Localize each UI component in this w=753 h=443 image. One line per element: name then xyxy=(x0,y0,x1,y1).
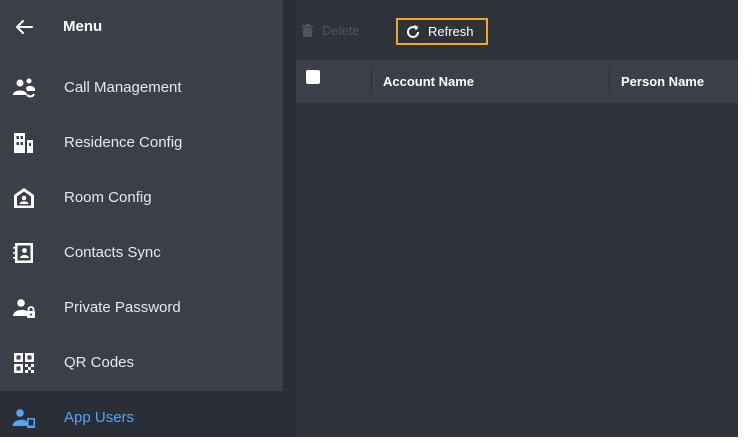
table-body xyxy=(296,103,738,437)
trash-icon xyxy=(302,24,313,37)
sidebar-item-residence-config[interactable]: Residence Config xyxy=(0,116,283,170)
sidebar-item-private-password[interactable]: Private Password xyxy=(0,281,283,335)
building-icon xyxy=(14,133,33,153)
column-divider[interactable] xyxy=(371,69,372,93)
sidebar-item-label: QR Codes xyxy=(64,354,135,371)
refresh-button[interactable]: Refresh xyxy=(396,18,488,45)
delete-button[interactable]: Delete xyxy=(302,23,360,38)
toolbar: Delete Refresh xyxy=(296,0,738,54)
refresh-icon xyxy=(407,24,420,38)
menu-title: Menu xyxy=(63,18,103,35)
column-divider[interactable] xyxy=(609,69,610,93)
sidebar-item-label: Call Management xyxy=(64,79,182,96)
sidebar-item-call-management[interactable]: Call Management xyxy=(0,61,283,115)
sidebar-item-qr-codes[interactable]: QR Codes xyxy=(0,336,283,390)
sidebar-item-contacts-sync[interactable]: Contacts Sync xyxy=(0,226,283,280)
app-window: Menu Call Management Residence Config Ro… xyxy=(0,0,738,437)
delete-button-label: Delete xyxy=(322,23,360,38)
divider xyxy=(283,0,296,437)
app-user-icon xyxy=(12,409,35,428)
column-header-account-name[interactable]: Account Name xyxy=(383,74,474,89)
refresh-button-label: Refresh xyxy=(428,24,474,39)
column-header-person-name[interactable]: Person Name xyxy=(621,74,704,89)
sidebar-item-app-users[interactable]: App Users xyxy=(0,391,283,437)
sidebar-item-label: Private Password xyxy=(64,299,181,316)
table-header: Account Name Person Name xyxy=(296,60,738,103)
sidebar-item-label: Residence Config xyxy=(64,134,183,151)
sidebar-item-label: App Users xyxy=(64,409,135,426)
select-all-checkbox[interactable] xyxy=(306,70,320,84)
sidebar: Menu Call Management Residence Config Ro… xyxy=(0,0,283,437)
qr-code-icon xyxy=(14,353,34,373)
arrow-left-icon[interactable] xyxy=(14,17,34,37)
menu-header: Menu xyxy=(0,0,283,54)
sidebar-item-label: Room Config xyxy=(64,189,152,206)
home-icon xyxy=(14,188,34,208)
contacts-sync-icon xyxy=(13,243,33,263)
sidebar-item-label: Contacts Sync xyxy=(64,244,161,261)
sidebar-item-room-config[interactable]: Room Config xyxy=(0,171,283,225)
user-lock-icon xyxy=(13,299,35,318)
call-management-icon xyxy=(13,78,35,98)
